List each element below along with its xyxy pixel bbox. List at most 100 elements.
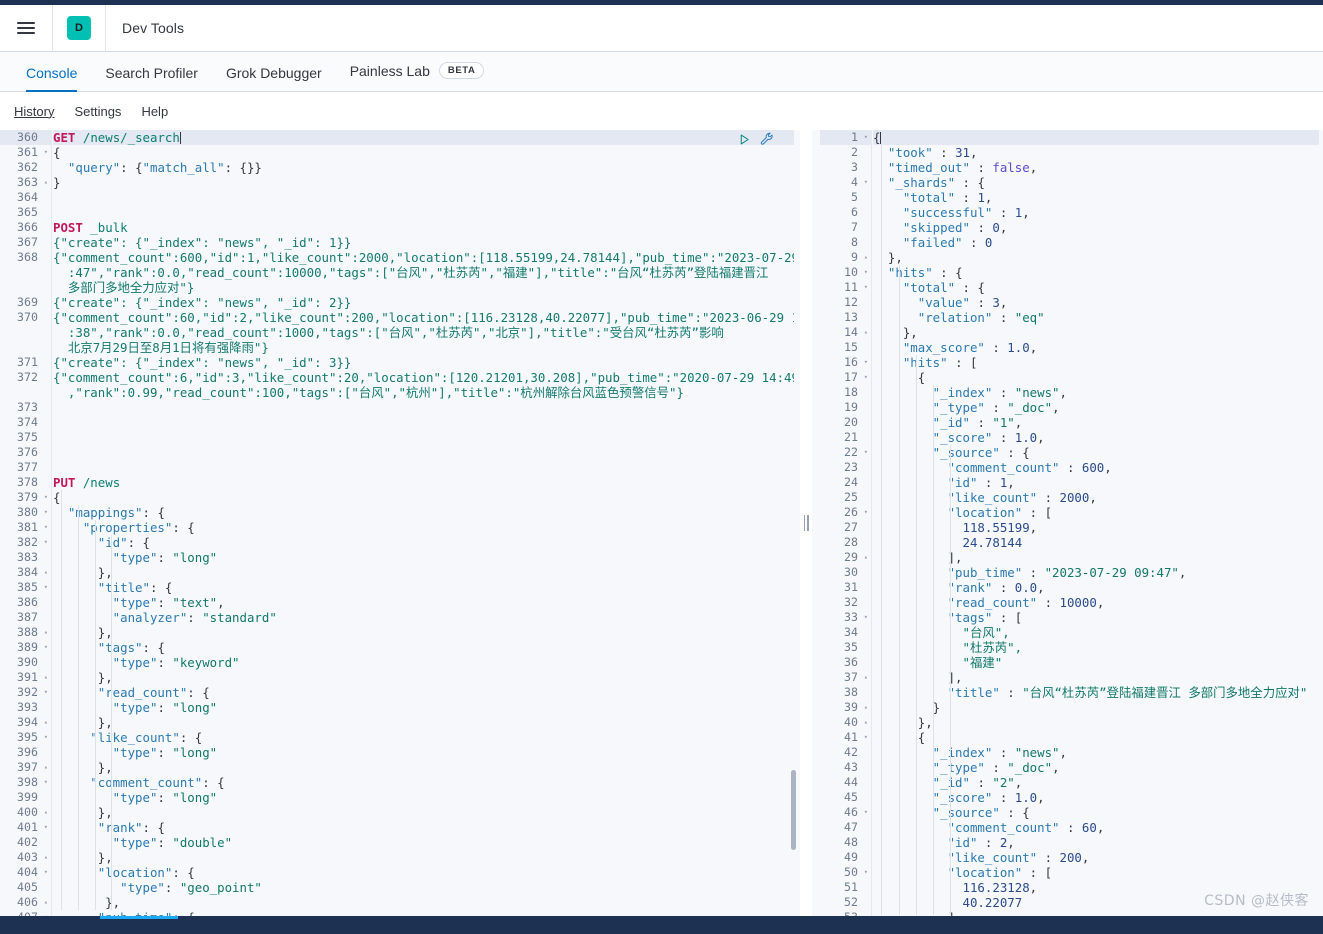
code-line[interactable]: "_type" : "_doc", (873, 400, 1319, 415)
code-line[interactable]: "timed_out" : false, (873, 160, 1319, 175)
fold-toggle-icon[interactable]: ▴ (44, 175, 48, 190)
code-line[interactable]: { (53, 145, 794, 160)
code-line[interactable]: "rank": { (53, 820, 794, 835)
fold-toggle-icon[interactable]: ▾ (864, 610, 868, 625)
code-line[interactable]: ,"rank":0.99,"read_count":100,"tags":["台… (53, 385, 794, 400)
code-line[interactable]: } (53, 175, 794, 190)
fold-toggle-icon[interactable]: ▾ (44, 730, 48, 745)
code-line[interactable]: "id": { (53, 535, 794, 550)
code-line[interactable]: "relation" : "eq" (873, 310, 1319, 325)
code-line[interactable]: "type": "long" (53, 745, 794, 760)
fold-toggle-icon[interactable]: ▾ (44, 505, 48, 520)
code-line[interactable] (53, 400, 794, 415)
code-line[interactable]: "type": "long" (53, 700, 794, 715)
code-line[interactable]: "hits" : { (873, 265, 1319, 280)
code-line[interactable]: "hits" : [ (873, 355, 1319, 370)
code-line[interactable]: "tags" : [ (873, 610, 1319, 625)
code-line[interactable]: "pub_time" : "2023-07-29 09:47", (873, 565, 1319, 580)
code-line[interactable]: "id" : 1, (873, 475, 1319, 490)
code-line[interactable]: 118.55199, (873, 520, 1319, 535)
code-line[interactable]: "comment_count" : 600, (873, 460, 1319, 475)
code-line[interactable]: "location" : [ (873, 865, 1319, 880)
code-line[interactable]: { (873, 130, 1319, 145)
fold-toggle-icon[interactable]: ▾ (864, 355, 868, 370)
code-line[interactable]: }, (53, 895, 794, 910)
code-line[interactable]: "台风", (873, 625, 1319, 640)
code-line[interactable]: PUT /news (53, 475, 794, 490)
fold-toggle-icon[interactable]: ▾ (864, 370, 868, 385)
code-line[interactable]: {"comment_count":6,"id":3,"like_count":2… (53, 370, 794, 385)
fold-toggle-icon[interactable]: ▴ (44, 715, 48, 730)
code-line[interactable]: "like_count" : 200, (873, 850, 1319, 865)
code-line[interactable]: "_index" : "news", (873, 745, 1319, 760)
fold-toggle-icon[interactable]: ▴ (864, 550, 868, 565)
fold-toggle-icon[interactable]: ▾ (44, 685, 48, 700)
wrench-icon[interactable] (760, 132, 774, 146)
code-line[interactable]: POST _bulk (53, 220, 794, 235)
subnav-help[interactable]: Help (141, 104, 168, 119)
code-line[interactable]: "successful" : 1, (873, 205, 1319, 220)
code-line[interactable]: "total" : 1, (873, 190, 1319, 205)
code-line[interactable]: }, (873, 325, 1319, 340)
fold-toggle-icon[interactable]: ▾ (864, 865, 868, 880)
code-line[interactable]: }, (53, 805, 794, 820)
code-line[interactable]: {"comment_count":60,"id":2,"like_count":… (53, 310, 794, 325)
code-line[interactable]: "comment_count": { (53, 775, 794, 790)
request-editor-code[interactable]: GET /news/_search{ "query": {"match_all"… (53, 130, 794, 916)
fold-toggle-icon[interactable]: ▴ (44, 760, 48, 775)
fold-toggle-icon[interactable]: ▴ (44, 670, 48, 685)
code-line[interactable]: "_score" : 1.0, (873, 790, 1319, 805)
fold-toggle-icon[interactable]: ▴ (44, 625, 48, 640)
code-line[interactable]: }, (53, 850, 794, 865)
tab-search-profiler[interactable]: Search Profiler (91, 66, 212, 91)
code-line[interactable]: "failed" : 0 (873, 235, 1319, 250)
code-line[interactable]: "read_count" : 10000, (873, 595, 1319, 610)
code-line[interactable]: }, (53, 715, 794, 730)
code-line[interactable]: "properties": { (53, 520, 794, 535)
code-line[interactable]: "max_score" : 1.0, (873, 340, 1319, 355)
code-line[interactable]: "skipped" : 0, (873, 220, 1319, 235)
fold-toggle-icon[interactable]: ▾ (44, 775, 48, 790)
code-line[interactable]: 北京7月29日至8月1日将有强降雨"} (53, 340, 794, 355)
fold-toggle-icon[interactable]: ▴ (864, 670, 868, 685)
subnav-settings[interactable]: Settings (74, 104, 121, 119)
subnav-history[interactable]: History (14, 104, 54, 119)
code-line[interactable]: "title": { (53, 580, 794, 595)
code-line[interactable]: "_id" : "2", (873, 775, 1319, 790)
code-line[interactable] (53, 205, 794, 220)
fold-toggle-icon[interactable]: ▾ (864, 805, 868, 820)
code-line[interactable]: "query": {"match_all": {}} (53, 160, 794, 175)
request-vertical-scrollbar[interactable] (788, 130, 800, 916)
code-line[interactable]: "mappings": { (53, 505, 794, 520)
code-line[interactable]: "title" : "台风“杜苏芮”登陆福建晋江 多部门多地全力应对" (873, 685, 1319, 700)
code-line[interactable]: }, (53, 670, 794, 685)
code-line[interactable]: } (873, 700, 1319, 715)
fold-toggle-icon[interactable]: ▴ (44, 850, 48, 865)
fold-toggle-icon[interactable]: ▾ (44, 490, 48, 505)
tab-painless-lab[interactable]: Painless Lab BETA (336, 61, 499, 92)
code-line[interactable]: {"comment_count":600,"id":1,"like_count"… (53, 250, 794, 265)
code-line[interactable]: "type": "geo_point" (53, 880, 794, 895)
hamburger-menu-icon[interactable] (0, 5, 52, 51)
code-line[interactable]: "read_count": { (53, 685, 794, 700)
code-line[interactable]: "_source" : { (873, 805, 1319, 820)
code-line[interactable]: "like_count": { (53, 730, 794, 745)
code-line[interactable]: }, (53, 625, 794, 640)
code-line[interactable]: { (873, 370, 1319, 385)
tab-grok-debugger[interactable]: Grok Debugger (212, 66, 336, 91)
code-line[interactable]: "location" : [ (873, 505, 1319, 520)
code-line[interactable] (53, 190, 794, 205)
request-scrollbar-thumb[interactable] (791, 770, 796, 850)
fold-toggle-icon[interactable]: ▾ (864, 175, 868, 190)
request-editor-gutter[interactable]: 360 361 ▾ 362 363 ▴ 364 365 366 367 368 369 370 371 37… (0, 130, 52, 916)
pane-resizer[interactable] (800, 130, 812, 916)
code-line[interactable]: "comment_count" : 60, (873, 820, 1319, 835)
code-line[interactable]: "value" : 3, (873, 295, 1319, 310)
fold-toggle-icon[interactable]: ▴ (44, 805, 48, 820)
fold-toggle-icon[interactable]: ▴ (864, 700, 868, 715)
code-line[interactable]: "analyzer": "standard" (53, 610, 794, 625)
fold-toggle-icon[interactable]: ▾ (44, 580, 48, 595)
code-line[interactable]: }, (53, 565, 794, 580)
request-editor-pane[interactable]: 360 361 ▾ 362 363 ▴ 364 365 366 367 368 369 370 371 37… (0, 130, 800, 916)
code-line[interactable]: "_score" : 1.0, (873, 430, 1319, 445)
